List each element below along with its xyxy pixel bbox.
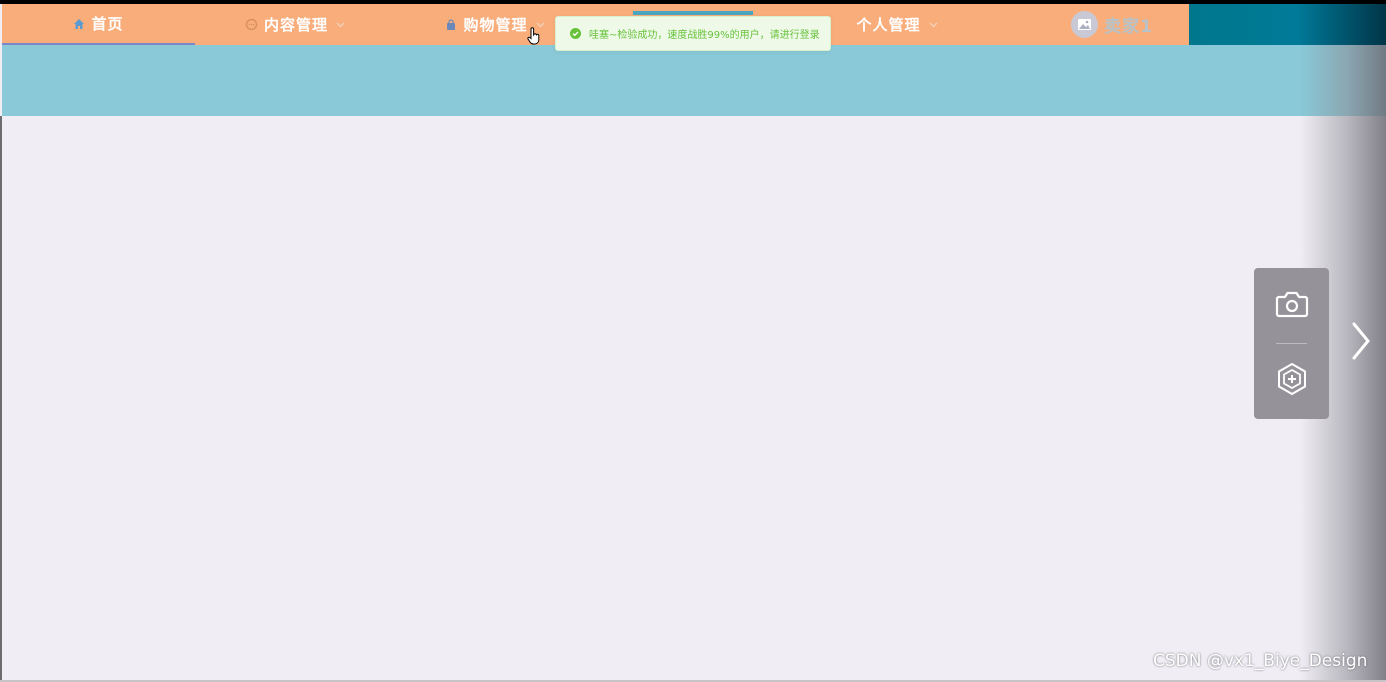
chevron-right-icon	[1350, 321, 1372, 365]
floating-tool-panel	[1254, 268, 1329, 419]
nav-personal-management[interactable]: 个人管理	[812, 4, 982, 45]
home-icon	[73, 18, 85, 30]
user-name: 卖家1	[1104, 17, 1153, 37]
nav-active-indicator	[633, 11, 753, 15]
nav-home-label: 首页	[91, 15, 124, 33]
camera-icon	[1275, 289, 1309, 323]
avatar	[1071, 11, 1099, 38]
check-circle-icon	[570, 28, 581, 39]
image-icon	[1078, 19, 1092, 30]
navbar-right-section	[1189, 4, 1386, 45]
watermark: CSDN @vx1_Biye_Design	[1153, 651, 1368, 671]
screenshot-button[interactable]	[1254, 268, 1329, 343]
toast-message: 哇塞~检验成功，速度战胜99%的用户，请进行登录	[589, 30, 820, 41]
chat-icon	[245, 18, 258, 31]
shopping-bag-icon	[445, 18, 457, 31]
nav-home[interactable]: 首页	[2, 4, 195, 45]
hexagon-plus-icon	[1275, 362, 1309, 402]
chevron-down-icon	[929, 22, 938, 28]
banner	[2, 45, 1386, 116]
nav-content-management[interactable]: 内容管理	[195, 4, 395, 45]
next-arrow-button[interactable]	[1346, 320, 1376, 366]
nav-personal-label: 个人管理	[856, 16, 921, 34]
nav-content-label: 内容管理	[263, 16, 328, 34]
chevron-down-icon	[336, 22, 345, 28]
left-edge	[0, 116, 2, 682]
hand-cursor-icon	[527, 27, 541, 49]
ai-assist-button[interactable]	[1254, 344, 1329, 419]
nav-shop-label: 购物管理	[463, 16, 528, 34]
nav-user-menu[interactable]: 卖家1	[1037, 4, 1187, 45]
success-toast: 哇塞~检验成功，速度战胜99%的用户，请进行登录	[555, 16, 831, 51]
